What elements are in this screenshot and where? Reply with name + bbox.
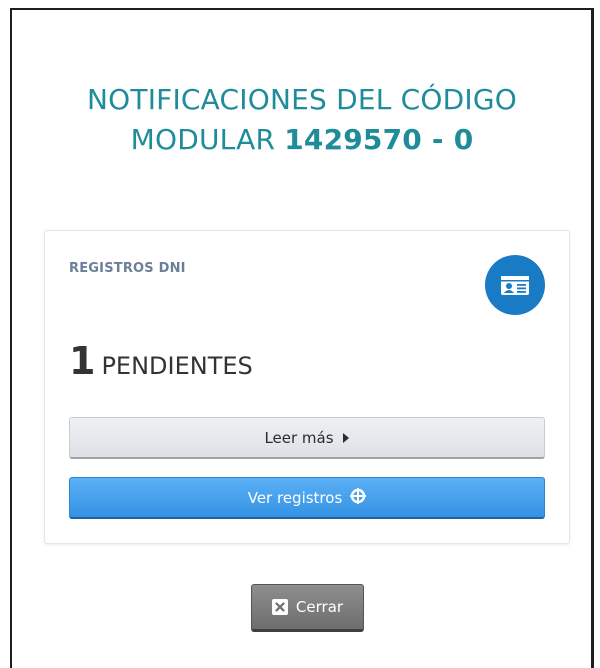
close-label: Cerrar — [295, 598, 344, 616]
pending-count: 1 PENDIENTES — [69, 339, 253, 383]
pending-count-unit: PENDIENTES — [101, 352, 253, 380]
modal-title-prefix: MODULAR — [130, 123, 285, 156]
id-card-icon — [485, 255, 545, 315]
close-icon — [271, 599, 288, 615]
read-more-button[interactable]: Leer más — [69, 417, 545, 459]
view-records-button[interactable]: Ver registros — [69, 477, 545, 519]
close-button[interactable]: Cerrar — [251, 584, 364, 632]
modular-code: 1429570 - 0 — [284, 123, 474, 156]
crosshair-icon — [350, 487, 367, 508]
read-more-label: Leer más — [264, 428, 334, 447]
card-label: REGISTROS DNI — [69, 261, 186, 276]
pending-count-number: 1 — [69, 339, 96, 383]
modal-title-line2: MODULAR 1429570 - 0 — [12, 120, 592, 160]
modal-title-line1: NOTIFICACIONES DEL CÓDIGO — [87, 83, 517, 116]
view-records-label: Ver registros — [247, 488, 343, 507]
caret-right-icon — [342, 429, 350, 447]
notifications-modal: NOTIFICACIONES DEL CÓDIGO MODULAR 142957… — [10, 8, 594, 668]
modal-title: NOTIFICACIONES DEL CÓDIGO MODULAR 142957… — [12, 80, 592, 160]
dni-records-card: REGISTROS DNI 1 PENDIENTES Leer más Ver … — [44, 230, 570, 544]
